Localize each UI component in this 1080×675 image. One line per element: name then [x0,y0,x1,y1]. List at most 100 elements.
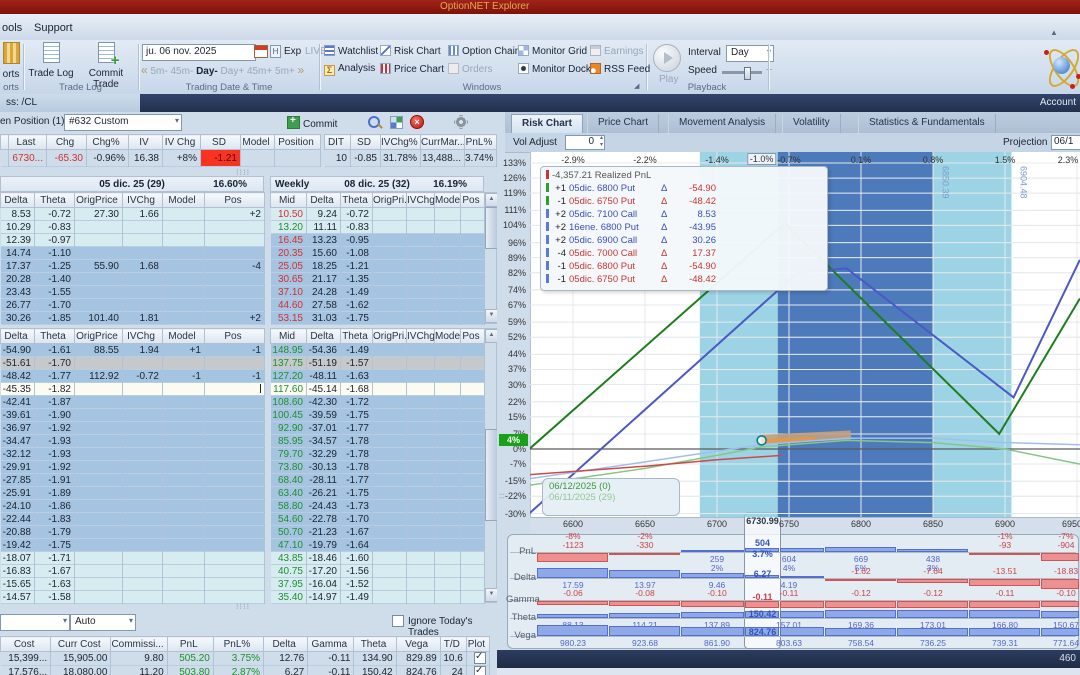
play-button[interactable] [653,44,681,72]
option-row[interactable]: 20.28 -1.40 [0,272,265,286]
option-row[interactable]: 68.40 -28.11 -1.77 [270,473,485,487]
option-row[interactable]: 17.37 -1.25 55.90 1.68 -4 [0,259,265,273]
windows-expander-icon[interactable]: ◢ [634,82,639,90]
option-row[interactable]: -29.91 -1.92 [0,460,265,474]
speed-slider-thumb[interactable] [744,67,751,80]
option-row[interactable]: -39.61 -1.90 [0,408,265,422]
title-bar[interactable]: OptionNET Explorer [0,0,1080,14]
trade-log-button[interactable]: Trade Log [26,42,76,79]
horizontal-splitter[interactable]: ⁝⁝⁝⁝ [236,602,250,611]
option-row[interactable]: -32.12 -1.93 [0,447,265,461]
windows-item-orders[interactable]: Orders [448,63,493,75]
totals-row[interactable]: 17,576... 18,080.00 11.20 503.80 2.87% 6.27 -0… [0,665,491,675]
windows-item-price-chart[interactable]: Price Chart [380,63,444,75]
option-row[interactable]: 25.05 18.25 -1.21 [270,259,485,273]
nav-forward-icon[interactable]: » [298,63,305,77]
nav-back-icon[interactable]: « [141,63,148,77]
option-row[interactable]: -42.41 -1.87 [0,395,265,409]
option-row[interactable]: 63.40 -26.21 -1.75 [270,486,485,500]
option-row[interactable]: 10.50 9.24 -0.72 [270,207,485,221]
option-row[interactable]: -51.61 -1.70 [0,356,265,370]
vol-adjust-spinner[interactable]: 0 ▴ ▾ [565,135,605,150]
option-row[interactable]: 127.20 -48.11 -1.63 [270,369,485,383]
nav-45m-minus[interactable]: 45m- [170,66,193,77]
spinner-up-icon[interactable]: ▴ [600,134,603,141]
exp-button[interactable]: Exp [284,46,301,57]
option-row[interactable]: -22.44 -1.83 [0,512,265,526]
windows-item-watchlist[interactable]: Watchlist [324,45,378,57]
option-row[interactable]: -27.85 -1.91 [0,473,265,487]
projection-input[interactable]: 06/1 [1051,135,1080,150]
option-row[interactable]: 50.70 -21.23 -1.67 [270,525,485,539]
windows-item-option-chain[interactable]: Option Chain [448,45,520,57]
option-row[interactable]: 53.15 31.03 -1.75 [270,311,485,325]
option-row[interactable]: 92.90 -37.01 -1.77 [270,421,485,435]
option-row[interactable]: -25.91 -1.89 [0,486,265,500]
windows-item-risk-chart[interactable]: Risk Chart [380,45,441,57]
option-row[interactable]: 40.75 -17.20 -1.56 [270,564,485,578]
option-row[interactable]: 85.95 -34.57 -1.78 [270,434,485,448]
tab-volatility[interactable]: Volatility [782,114,841,133]
option-row[interactable]: 54.60 -22.78 -1.70 [270,512,485,526]
option-row[interactable]: -15.65 -1.63 [0,577,265,591]
option-row[interactable]: -16.83 -1.67 [0,564,265,578]
windows-item-monitor-grid[interactable]: Monitor Grid [518,45,587,57]
plot-checkbox[interactable] [474,652,486,664]
nav-5m-plus[interactable]: 5m+ [275,66,295,77]
ribbon-collapse-icon[interactable]: ▲ [1050,28,1058,37]
option-row[interactable]: -45.35 -1.82 [0,382,265,396]
windows-item-monitor-dock[interactable]: Monitor Dock [518,63,591,75]
option-row[interactable]: 35.40 -14.97 -1.49 [270,590,485,604]
option-row[interactable]: 37.10 24.28 -1.49 [270,285,485,299]
plot-checkbox[interactable] [474,666,486,675]
spinner-down-icon[interactable]: ▾ [600,141,603,148]
option-row[interactable]: 58.80 -24.43 -1.73 [270,499,485,513]
option-row[interactable]: 30.26 -1.85 101.40 1.81 +2 [0,311,265,325]
option-row[interactable]: 12.39 -0.97 [0,233,265,247]
windows-item-rss-feed[interactable]: RSS Feed [590,63,650,75]
option-row[interactable]: 47.10 -19.79 -1.64 [270,538,485,552]
option-row[interactable]: 26.77 -1.70 [0,298,265,312]
windows-item-analysis[interactable]: Σ Analysis [324,63,375,76]
menu-support[interactable]: Support [34,22,73,34]
option-row[interactable]: 20.35 15.60 -1.08 [270,246,485,260]
interval-select[interactable]: Day▾ [726,45,774,62]
option-row[interactable]: 137.75 -51.19 -1.57 [270,356,485,370]
commit-button[interactable]: Commit [287,115,337,130]
tab-movement-analysis[interactable]: Movement Analysis [668,114,777,133]
ignore-trades-checkbox[interactable] [392,615,404,628]
option-row[interactable]: 13.20 11.11 -0.83 [270,220,485,234]
summary-row[interactable]: 10 -0.85 31.78% 13,488... 3.74% [324,149,497,167]
option-row[interactable]: 10.29 -0.83 [0,220,265,234]
summary-row[interactable]: 6730... -65.30 -0.96% 16.38 +8% -1.21 [0,149,321,167]
option-row[interactable]: 16.45 13.23 -0.95 [270,233,485,247]
option-row[interactable]: -48.42 -1.77 112.92 -0.72 -1 -1 [0,369,265,383]
option-row[interactable]: 43.85 -18.46 -1.60 [270,551,485,565]
position-preset-select[interactable]: #632 Custom ▾ [64,114,182,131]
option-row[interactable]: -36.97 -1.92 [0,421,265,435]
option-row[interactable]: -34.47 -1.93 [0,434,265,448]
close-position-icon[interactable]: × [410,115,424,129]
option-row[interactable]: -24.10 -1.86 [0,499,265,513]
tab-class-cl[interactable]: ss: /CL [0,94,140,112]
nav-day-minus[interactable]: Day- [196,66,218,77]
option-row[interactable]: 108.60 -42.30 -1.72 [270,395,485,409]
tab-price-chart[interactable]: Price Chart [587,114,660,133]
mode-select[interactable]: Auto ▾ [70,614,136,631]
nav-day-plus[interactable]: Day+ [221,66,245,77]
tab-statistics-fundamentals[interactable]: Statistics & Fundamentals [858,114,996,133]
totals-row[interactable]: 15,399... 15,905.00 9.80 505.20 3.75% 12.76 -0… [0,651,491,666]
option-row[interactable]: -18.07 -1.71 [0,551,265,565]
option-row[interactable]: 117.60 -45.14 -1.68 [270,382,485,396]
option-row[interactable]: 79.70 -32.29 -1.78 [270,447,485,461]
speed-slider[interactable] [722,67,762,80]
option-row[interactable]: 44.60 27.58 -1.62 [270,298,485,312]
option-row[interactable]: -14.57 -1.58 [0,590,265,604]
nav-5m-minus[interactable]: 5m- [150,66,167,77]
reports-button[interactable]: orts [0,42,22,80]
option-row[interactable]: 148.95 -54.36 -1.49 [270,343,485,357]
menu-tools[interactable]: ools [2,22,22,34]
option-row[interactable]: 23.43 -1.55 [0,285,265,299]
calendar-icon[interactable] [254,45,268,58]
option-row[interactable]: -19.42 -1.75 [0,538,265,552]
